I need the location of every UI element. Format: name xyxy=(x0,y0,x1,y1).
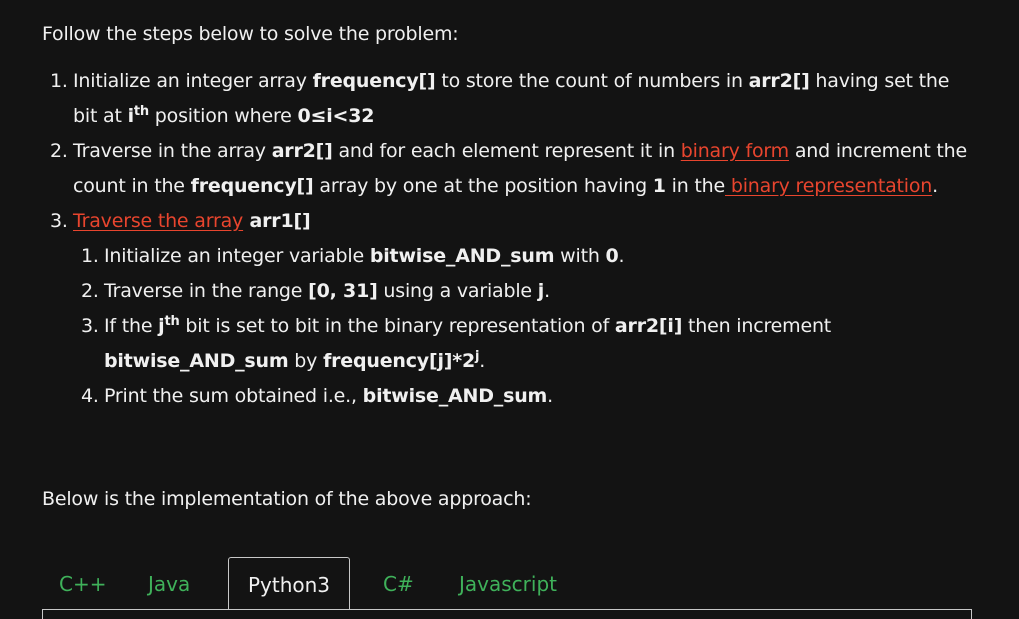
step-text: to store the count of numbers in xyxy=(435,70,749,92)
step-number: 3. xyxy=(50,210,68,232)
step-text: . xyxy=(618,245,625,267)
code-term: bitwise_AND_sum xyxy=(104,350,289,372)
step-text: with xyxy=(554,245,606,267)
tab-javascript[interactable]: Javascript xyxy=(459,557,557,609)
code-term: 1 xyxy=(652,175,666,197)
traverse-array-link[interactable]: Traverse the array xyxy=(73,210,243,232)
code-term: arr2[] xyxy=(748,70,810,92)
step-1: 1. Initialize an integer array frequency… xyxy=(50,64,970,134)
substep-number: 4. xyxy=(81,385,99,407)
code-term: arr2[i] xyxy=(614,315,683,337)
code-term: bitwise_AND_sum xyxy=(362,385,548,407)
step-text: Initialize an integer variable xyxy=(104,245,370,267)
substep-1: 1. Initialize an integer variable bitwis… xyxy=(81,239,970,274)
code-term: arr2[] xyxy=(271,140,333,162)
binary-representation-link[interactable]: binary representation xyxy=(725,175,932,197)
code-term: frequency[] xyxy=(190,175,314,197)
step-text: array by one at the position having xyxy=(313,175,653,197)
code-term: 0≤i<32 xyxy=(297,105,375,127)
step-text: If the xyxy=(104,315,159,337)
step-text: Traverse in the range xyxy=(104,280,309,302)
substep-2: 2. Traverse in the range [0, 31] using a… xyxy=(81,274,970,309)
substep-4: 4. Print the sum obtained i.e., bitwise_… xyxy=(81,379,970,414)
code-panel xyxy=(42,609,972,619)
tab-csharp[interactable]: C# xyxy=(383,557,414,609)
tab-cpp[interactable]: C++ xyxy=(59,557,106,609)
step-text: position where xyxy=(148,105,298,127)
step-2: 2. Traverse in the array arr2[] and for … xyxy=(50,134,970,204)
superscript: th xyxy=(133,104,149,119)
step-number: 1. xyxy=(50,70,68,92)
steps-list: 1. Initialize an integer array frequency… xyxy=(50,64,970,414)
step-text: then increment xyxy=(682,315,832,337)
substep-number: 2. xyxy=(81,280,99,302)
step-text: Print the sum obtained i.e., xyxy=(104,385,363,407)
step-text: in the xyxy=(665,175,726,197)
implementation-intro: Below is the implementation of the above… xyxy=(42,488,532,510)
intro-text: Follow the steps below to solve the prob… xyxy=(42,23,459,45)
superscript: th xyxy=(164,314,180,329)
step-text: and for each element represent it in xyxy=(332,140,681,162)
step-text: by xyxy=(288,350,324,372)
code-term: 0 xyxy=(605,245,619,267)
step-text: . xyxy=(547,385,553,407)
binary-form-link[interactable]: binary form xyxy=(681,140,789,162)
step-text: using a variable xyxy=(377,280,538,302)
substep-3: 3. If the jth bit is set to bit in the b… xyxy=(81,309,970,379)
code-term: frequency[j]*2 xyxy=(323,350,476,372)
step-number: 2. xyxy=(50,140,68,162)
code-term: arr1[] xyxy=(243,210,311,232)
step-text: bit is set to bit in the binary represen… xyxy=(179,315,615,337)
step-3: 3. Traverse the array arr1[] 1. Initiali… xyxy=(50,204,970,414)
substep-number: 1. xyxy=(81,245,99,267)
code-term: bitwise_AND_sum xyxy=(369,245,555,267)
code-term: frequency[] xyxy=(312,70,436,92)
step-text: Traverse in the array xyxy=(73,140,272,162)
tab-python3[interactable]: Python3 xyxy=(228,557,350,610)
step-text: . xyxy=(479,350,486,372)
step-text: . xyxy=(544,280,550,302)
substeps-list: 1. Initialize an integer variable bitwis… xyxy=(73,239,970,414)
step-text: . xyxy=(932,175,938,197)
substep-number: 3. xyxy=(81,315,99,337)
tab-java[interactable]: Java xyxy=(148,557,190,609)
code-term: [0, 31] xyxy=(308,280,378,302)
step-text: Initialize an integer array xyxy=(73,70,313,92)
